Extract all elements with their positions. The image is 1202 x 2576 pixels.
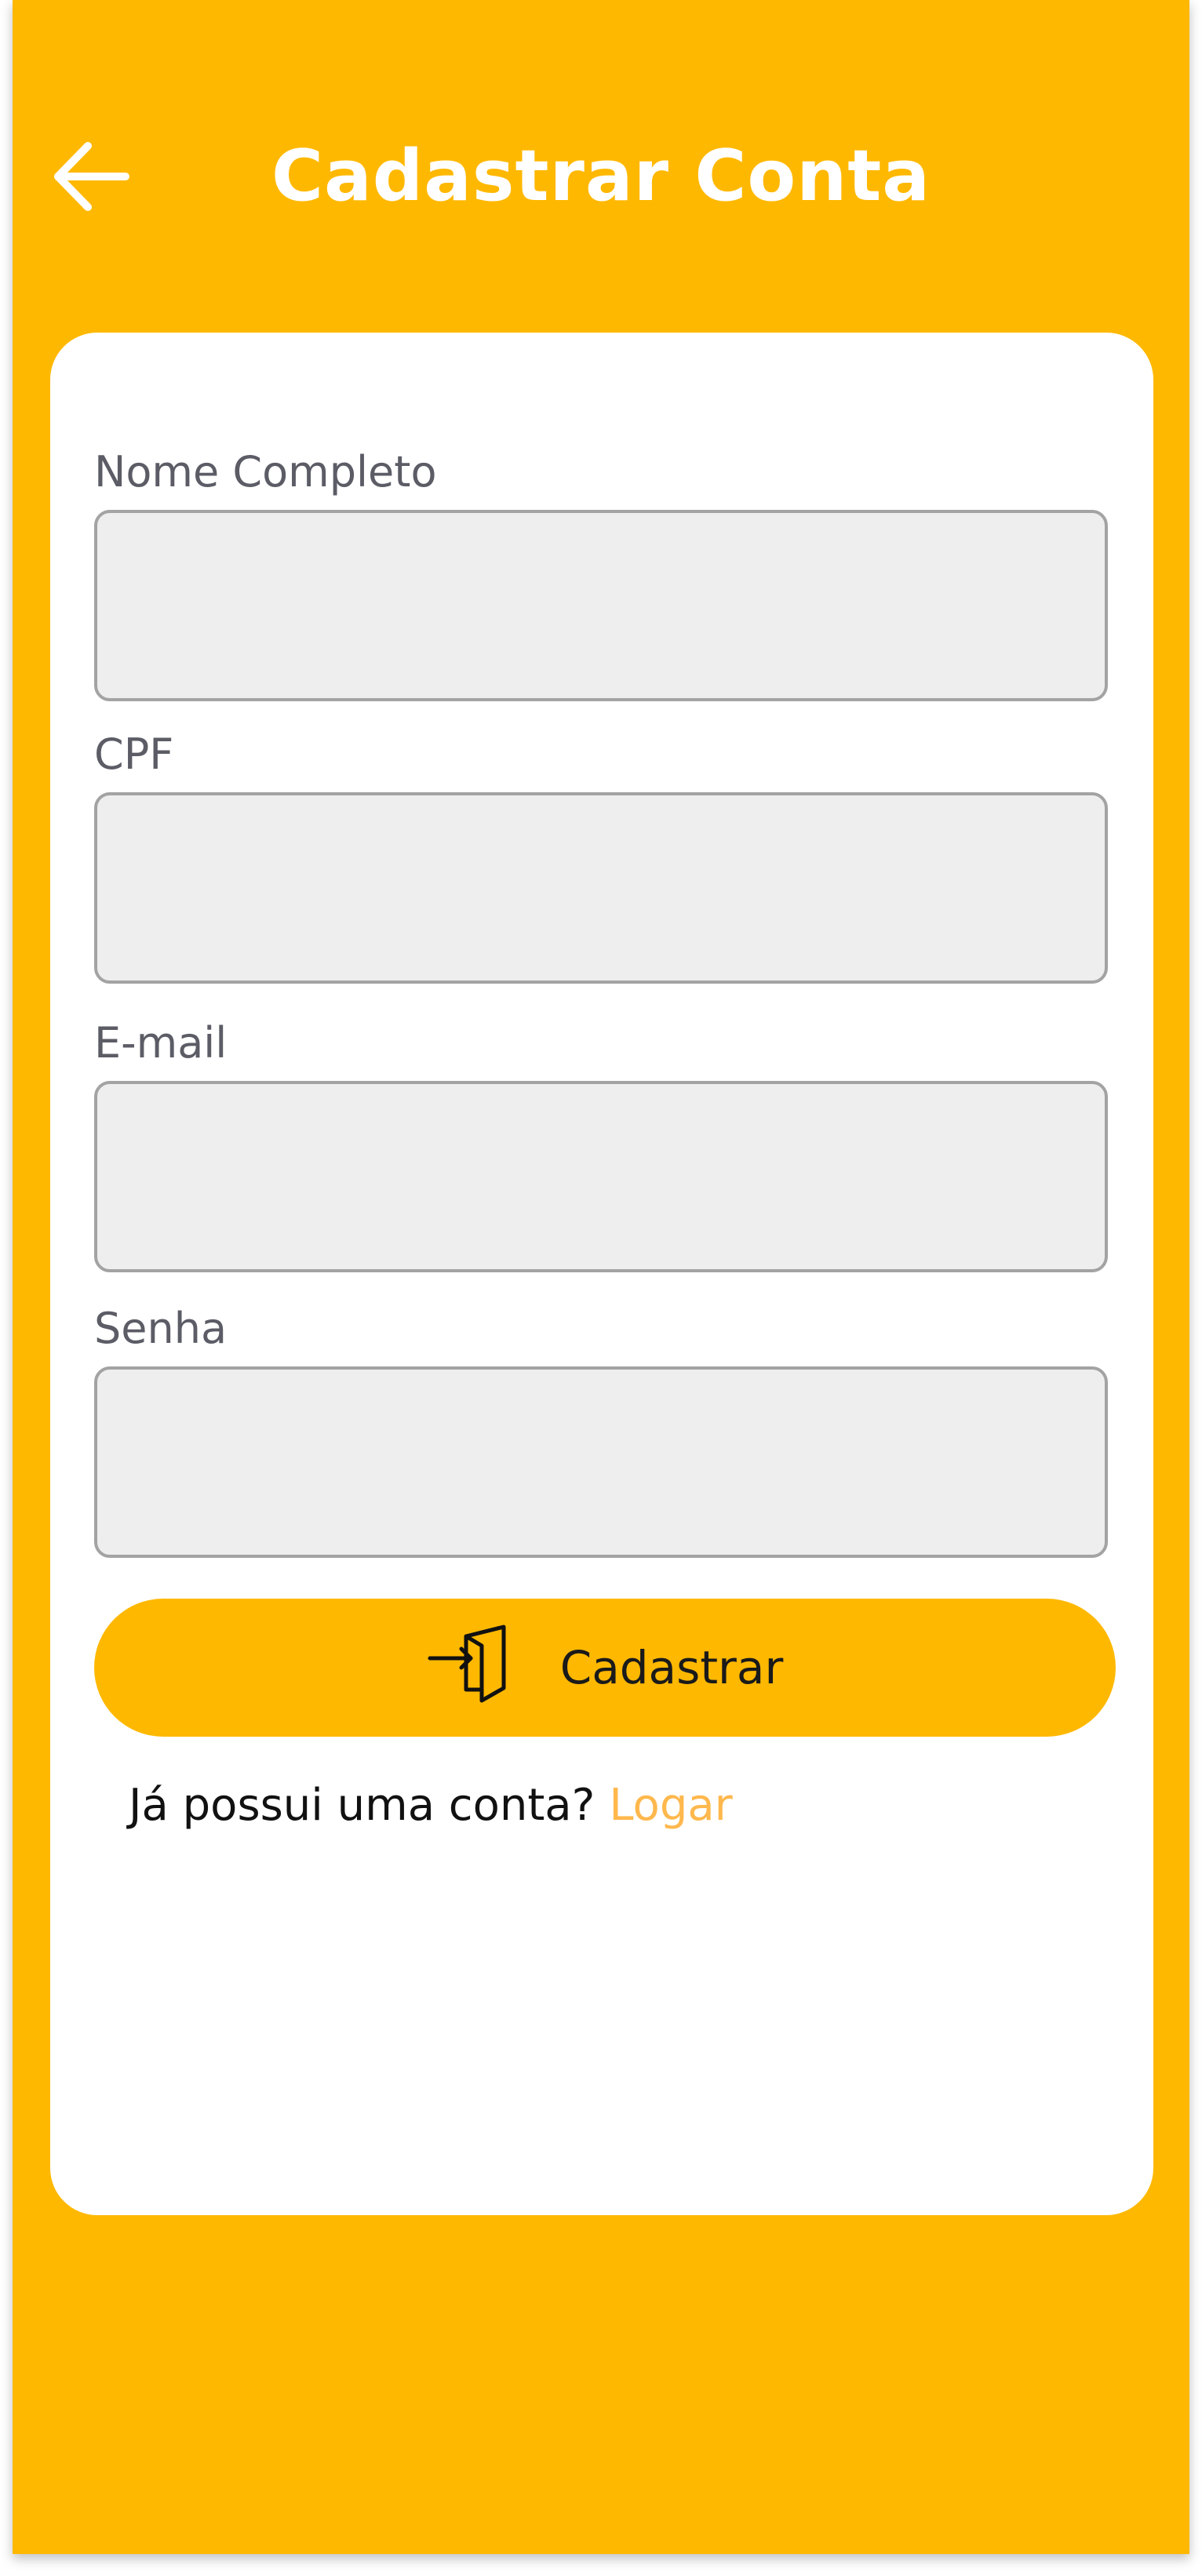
email-label: E-mail: [94, 1018, 228, 1068]
email-input[interactable]: [94, 1081, 1108, 1272]
register-button-label: Cadastrar: [559, 1641, 784, 1694]
login-link[interactable]: Logar: [609, 1780, 732, 1831]
password-input[interactable]: [94, 1366, 1108, 1558]
password-label: Senha: [94, 1304, 228, 1353]
register-screen: Cadastrar Conta Nome Completo CPF E-mail…: [13, 0, 1189, 2554]
cpf-label: CPF: [94, 730, 174, 779]
login-prompt-text: Já possui uma conta?: [129, 1780, 596, 1831]
door-enter-icon: [427, 1621, 521, 1715]
register-button[interactable]: Cadastrar: [94, 1599, 1116, 1737]
page-title: Cadastrar Conta: [271, 135, 931, 217]
register-form-card: Nome Completo CPF E-mail Senha Cadastrar…: [50, 333, 1153, 2215]
login-prompt: Já possui uma conta? Logar: [129, 1774, 733, 1837]
full-name-label: Nome Completo: [94, 447, 437, 497]
full-name-input[interactable]: [94, 510, 1108, 701]
cpf-input[interactable]: [94, 792, 1108, 984]
